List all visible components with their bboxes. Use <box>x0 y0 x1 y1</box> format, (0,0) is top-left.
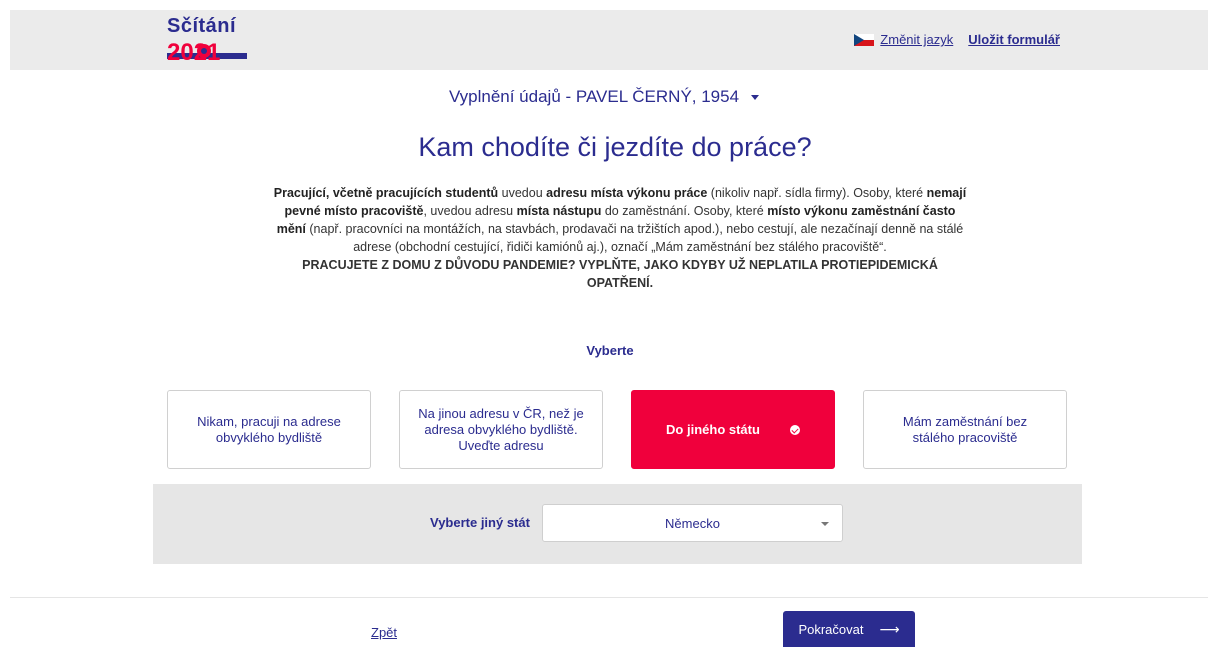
continue-button[interactable]: Pokračovat ⟶ <box>783 611 915 647</box>
instr-bold-3: adresu místa výkonu práce <box>546 186 708 200</box>
option-other-country[interactable]: Do jiného státu <box>631 390 835 469</box>
person-selector[interactable]: Vyplnění údajů - PAVEL ČERNÝ, 1954 <box>0 87 1208 107</box>
continue-button-label: Pokračovat <box>798 621 864 637</box>
person-selector-label: Vyplnění údajů - PAVEL ČERNÝ, 1954 <box>448 87 740 106</box>
save-form-link[interactable]: Uložit formulář <box>968 32 1060 47</box>
instr-bold-7: místa nástupu <box>516 204 602 218</box>
option-no-fixed-workplace[interactable]: Mám zaměstnání bez stálého pracoviště <box>863 390 1067 469</box>
option-label: Do jiného státu <box>666 421 760 437</box>
option-other-address[interactable]: Na jinou adresu v ČR, než je adresa obvy… <box>399 390 603 469</box>
logo-year-text: 2021 <box>167 39 220 65</box>
chevron-down-icon <box>821 522 829 526</box>
page-title: Kam chodíte či jezdíte do práce? <box>418 132 812 162</box>
option-label: Nikam, pracuji na adrese obvyklého bydli… <box>197 413 341 445</box>
country-select-label: Vyberte jiný stát <box>430 515 530 530</box>
instr-text-8: do zaměstnání. Osoby, které <box>601 204 768 218</box>
country-panel: Vyberte jiný stát Německo <box>153 484 1082 564</box>
czech-flag-icon <box>854 33 875 46</box>
pandemic-notice: PRACUJETE Z DOMU Z DŮVODU PANDEMIE? VYPL… <box>302 258 938 290</box>
logo-text: Sčítání <box>167 15 237 37</box>
instr-text-6: , uvedou adresu <box>423 204 517 218</box>
option-nowhere[interactable]: Nikam, pracuji na adrese obvyklého bydli… <box>167 390 371 469</box>
top-navigation: Změnit jazyk Uložit formulář <box>854 32 1060 47</box>
option-label: Na jinou adresu v ČR, než je adresa obvy… <box>418 405 584 453</box>
instructions: Pracující, včetně pracujících studentů u… <box>270 184 970 292</box>
header-bar: Sčítání 2021 Změnit jazyk Uložit formulá… <box>10 10 1208 70</box>
footer-divider <box>10 597 1208 598</box>
country-select[interactable]: Německo <box>542 504 843 542</box>
check-circle-icon <box>789 424 800 435</box>
option-label: Mám zaměstnání bez stálého pracoviště <box>902 413 1028 445</box>
arrow-right-icon: ⟶ <box>879 620 900 637</box>
back-link[interactable]: Zpět <box>371 625 397 640</box>
instr-bold-1: Pracující, včetně pracujících studentů <box>273 186 499 200</box>
country-select-value: Německo <box>665 515 720 531</box>
instr-text-4: (nikoliv např. sídla firmy). Osoby, kter… <box>707 186 927 200</box>
answer-options: Nikam, pracuji na adrese obvyklého bydli… <box>167 390 1067 469</box>
instr-text-2: uvedou <box>498 186 547 200</box>
instr-text-10: (např. pracovníci na montážích, na stavb… <box>305 222 964 254</box>
choose-label: Vyberte <box>586 343 634 358</box>
logo-year-graphic: 2021 <box>167 39 247 65</box>
change-language-link[interactable]: Změnit jazyk <box>880 32 953 47</box>
chevron-down-icon <box>751 95 760 101</box>
logo[interactable]: Sčítání 2021 <box>167 15 257 70</box>
